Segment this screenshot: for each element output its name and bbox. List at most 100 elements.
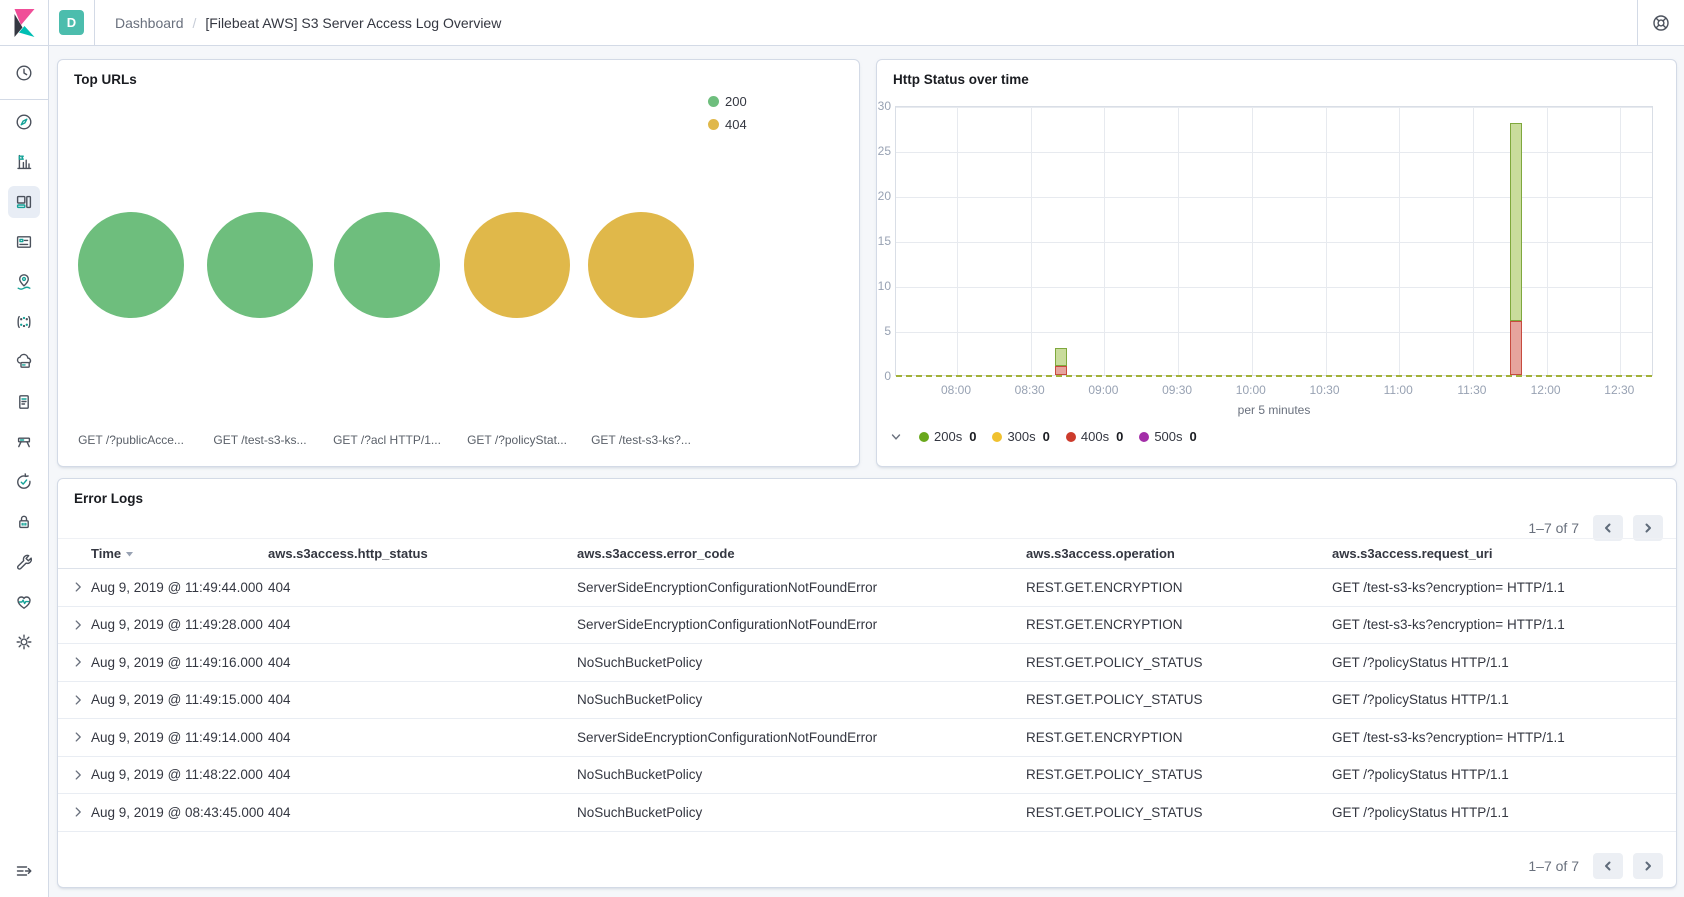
panel-title-error-logs: Error Logs <box>74 491 143 506</box>
legend-label: 200s <box>934 429 962 444</box>
row-expand-button[interactable] <box>70 767 86 783</box>
lock-icon <box>14 512 34 532</box>
cell-request-uri: GET /test-s3-ks?encryption= HTTP/1.1 <box>1332 580 1676 595</box>
row-expand-button[interactable] <box>70 654 86 670</box>
pagination-next-button[interactable] <box>1633 853 1663 879</box>
gridline <box>1031 107 1032 375</box>
x-tick-label: 10:00 <box>1221 383 1281 397</box>
bar-chart-icon <box>14 152 34 172</box>
sidebar-item-canvas[interactable] <box>8 226 40 258</box>
cell-request-uri: GET /?policyStatus HTTP/1.1 <box>1332 655 1676 670</box>
bubble-200[interactable] <box>207 212 313 318</box>
sidebar-item-logs[interactable] <box>8 386 40 418</box>
uptime-icon <box>14 472 34 492</box>
chevron-right-icon <box>71 693 85 707</box>
bar-segment-400s[interactable] <box>1055 366 1067 375</box>
y-tick-label: 10 <box>877 278 891 294</box>
legend-dot <box>992 432 1002 442</box>
table-row: Aug 9, 2019 @ 11:49:14.000404ServerSideE… <box>58 719 1676 757</box>
pagination-prev-button[interactable] <box>1593 853 1623 879</box>
legend-label: 400s <box>1081 429 1109 444</box>
y-tick-label: 25 <box>877 143 891 159</box>
x-tick-label: 11:30 <box>1442 383 1502 397</box>
sidebar-item-management[interactable] <box>8 626 40 658</box>
cell-http-status: 404 <box>268 655 577 670</box>
column-header-aws-s3access-error-code[interactable]: aws.s3access.error_code <box>577 546 1026 561</box>
cell-http-status: 404 <box>268 730 577 745</box>
cell-request-uri: GET /?policyStatus HTTP/1.1 <box>1332 805 1676 820</box>
cell-request-uri: GET /?policyStatus HTTP/1.1 <box>1332 767 1676 782</box>
x-tick-label: 10:30 <box>1295 383 1355 397</box>
y-tick-label: 20 <box>877 188 891 204</box>
kibana-logo-button[interactable] <box>0 0 49 45</box>
cell-error-code: ServerSideEncryptionConfigurationNotFoun… <box>577 617 1026 632</box>
column-header-aws-s3access-request-uri[interactable]: aws.s3access.request_uri <box>1332 546 1676 561</box>
sidebar-item-maps[interactable] <box>8 266 40 298</box>
column-header-time[interactable]: Time <box>91 546 268 561</box>
bar-segment-200s[interactable] <box>1055 348 1067 366</box>
bubble-200[interactable] <box>334 212 440 318</box>
gear-icon <box>14 632 34 652</box>
kibana-logo-icon <box>13 9 36 37</box>
bar-segment-400s[interactable] <box>1510 321 1522 375</box>
panel-title-top-urls: Top URLs <box>74 72 137 87</box>
legend-dot <box>1066 432 1076 442</box>
row-expand-button[interactable] <box>70 729 86 745</box>
x-axis-label: per 5 minutes <box>895 403 1653 417</box>
legend-item-200s[interactable]: 200s0 <box>919 429 976 444</box>
dashboard-app-badge[interactable]: D <box>59 10 84 35</box>
sidebar-item-metrics[interactable] <box>8 426 40 458</box>
legend-item-200[interactable]: 200 <box>708 93 747 109</box>
pagination-bottom: 1–7 of 7 <box>1528 853 1663 879</box>
gridline <box>957 107 958 375</box>
cell-time: Aug 9, 2019 @ 11:49:14.000 <box>91 730 268 745</box>
bar-segment-200s[interactable] <box>1510 123 1522 321</box>
sidebar-collapse-toggle[interactable] <box>8 855 40 887</box>
cell-time: Aug 9, 2019 @ 08:43:45.000 <box>91 805 268 820</box>
legend-dot <box>708 119 719 130</box>
legend-item-400s[interactable]: 400s0 <box>1066 429 1123 444</box>
canvas-icon <box>14 232 34 252</box>
sidebar-item-dashboard[interactable] <box>8 186 40 218</box>
bubble-404[interactable] <box>588 212 694 318</box>
sidebar-item-dev-tools[interactable] <box>8 546 40 578</box>
row-expand-button[interactable] <box>70 579 86 595</box>
bubble-404[interactable] <box>464 212 570 318</box>
sidebar-item-visualize[interactable] <box>8 146 40 178</box>
cell-operation: REST.GET.POLICY_STATUS <box>1026 692 1332 707</box>
infrastructure-icon <box>14 432 34 452</box>
legend-item-404[interactable]: 404 <box>708 116 747 132</box>
legend-label: 500s <box>1154 429 1182 444</box>
sidebar-item-siem[interactable] <box>8 506 40 538</box>
sidebar-item-stack-monitoring[interactable] <box>8 586 40 618</box>
column-header-aws-s3access-operation[interactable]: aws.s3access.operation <box>1026 546 1332 561</box>
sidebar-item-uptime[interactable] <box>8 466 40 498</box>
help-menu-button[interactable] <box>1637 0 1684 45</box>
sidebar-item-apm[interactable] <box>8 346 40 378</box>
row-expand-button[interactable] <box>70 692 86 708</box>
gridline <box>1178 107 1179 375</box>
bubble-200[interactable] <box>78 212 184 318</box>
legend-item-500s[interactable]: 500s0 <box>1139 429 1196 444</box>
chevron-down-icon[interactable] <box>889 430 903 444</box>
cell-operation: REST.GET.POLICY_STATUS <box>1026 655 1332 670</box>
cell-time: Aug 9, 2019 @ 11:49:28.000 <box>91 617 268 632</box>
menu-expand-icon <box>14 861 34 881</box>
breadcrumb-dashboard-link[interactable]: Dashboard <box>115 15 184 31</box>
cell-http-status: 404 <box>268 692 577 707</box>
table-row: Aug 9, 2019 @ 11:48:22.000404NoSuchBucke… <box>58 757 1676 795</box>
sidebar-item-discover[interactable] <box>8 106 40 138</box>
sidebar-item-machine-learning[interactable] <box>8 306 40 338</box>
legend-item-300s[interactable]: 300s0 <box>992 429 1049 444</box>
cell-time: Aug 9, 2019 @ 11:48:22.000 <box>91 767 268 782</box>
legend-value: 0 <box>1043 429 1050 444</box>
x-tick-label: 08:30 <box>1000 383 1060 397</box>
gridline <box>1547 107 1548 375</box>
sidebar-item-recently-viewed[interactable] <box>8 57 40 89</box>
machine-learning-icon <box>14 312 34 332</box>
chevron-right-icon <box>1642 522 1654 534</box>
wrench-icon <box>14 552 34 572</box>
row-expand-button[interactable] <box>70 617 86 633</box>
row-expand-button[interactable] <box>70 804 86 820</box>
column-header-aws-s3access-http-status[interactable]: aws.s3access.http_status <box>268 546 577 561</box>
